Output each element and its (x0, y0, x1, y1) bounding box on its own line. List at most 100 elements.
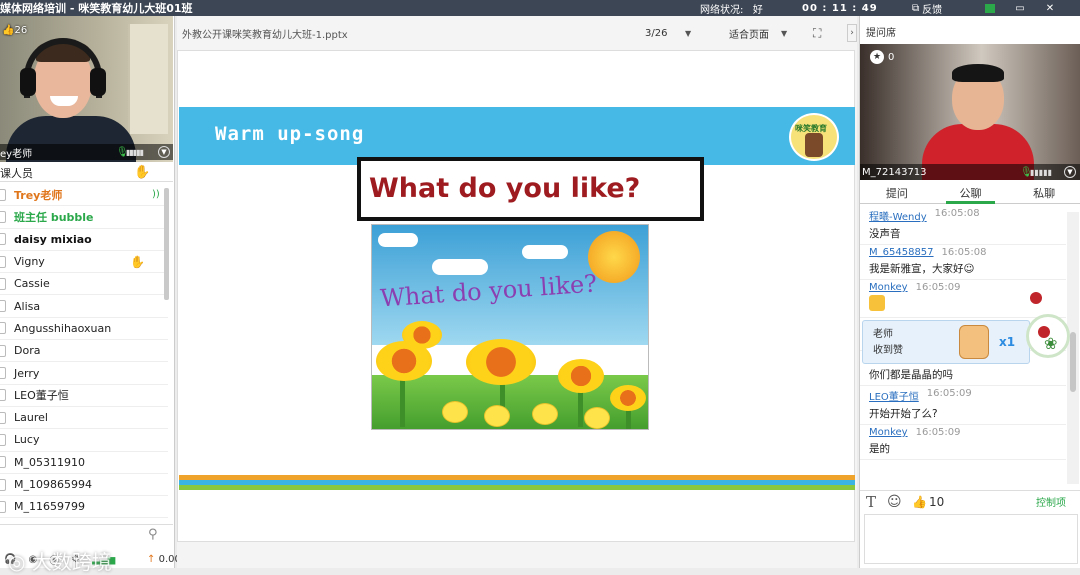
flower-decoration-icon: ❀ (1020, 286, 1078, 366)
emoji-sticker-icon (869, 295, 885, 311)
student-hair (952, 64, 1004, 82)
member-checkbox[interactable] (0, 456, 6, 469)
member-row[interactable]: Alisa (0, 295, 168, 318)
chat-tab[interactable]: 提问 (860, 182, 934, 203)
cloud-icon (378, 233, 418, 247)
chat-sender[interactable]: Monkey (869, 427, 908, 438)
member-row[interactable]: Vigny ✋ (0, 251, 168, 274)
document-area: 外教公开课咪笑教育幼儿大班-1.pptx 3/26 ▼ 适合页面 ▼ ⛶ › W… (177, 16, 857, 568)
chat-sender[interactable]: LEO董子恒 (869, 388, 919, 403)
slide-footer-stripes (179, 475, 855, 495)
sunflower-icon (558, 359, 604, 393)
chat-message: 程曦-Wendy 16:05:08 没声音 (860, 206, 1066, 245)
member-checkbox[interactable] (0, 500, 6, 513)
member-row[interactable]: Jerry (0, 362, 168, 385)
chat-sender[interactable]: M_65458857 (869, 247, 934, 258)
member-checkbox[interactable] (0, 389, 6, 402)
restore-button[interactable]: ▭ (1010, 0, 1030, 16)
page-indicator[interactable]: 3/26 (645, 28, 667, 39)
close-icon: ✕ (1045, 2, 1055, 14)
chat-text: 你们都是晶晶的吗 (869, 369, 953, 381)
slide-illustration: What do you like? (371, 224, 649, 430)
member-checkbox[interactable] (0, 188, 6, 201)
member-checkbox[interactable] (0, 344, 6, 357)
text-format-icon[interactable]: T (866, 493, 876, 511)
sunflower-icon (402, 321, 442, 349)
student-video[interactable]: ★ 0 M_72143713 🎙 ▮▮▮▮▮ ▼ (860, 44, 1080, 180)
member-row[interactable]: Angusshihaoxuan (0, 318, 168, 341)
member-row[interactable]: LEO董子恒 (0, 385, 168, 407)
sunflower-icon (610, 385, 646, 411)
logo-tree-icon (805, 133, 823, 157)
fit-mode-select[interactable]: 适合页面 (729, 26, 769, 41)
member-search-bar[interactable]: ⚲ (0, 524, 173, 548)
member-checkbox[interactable] (0, 433, 6, 446)
video-options-button[interactable]: ▼ (158, 146, 170, 158)
like-notification: 老师 收到赞 x1 (862, 320, 1030, 364)
signal-icon: ▮▮▮▮▮ (1030, 167, 1053, 177)
member-row[interactable]: Dora (0, 340, 168, 363)
member-checkbox[interactable] (0, 478, 6, 491)
member-row[interactable]: Laurel (0, 407, 168, 430)
member-name: Dora (14, 344, 41, 358)
chat-sender[interactable]: 程曦-Wendy (869, 208, 927, 223)
collapse-panel-button[interactable]: › (847, 24, 857, 42)
chat-text: 我是新雅宣，大家好☺ (869, 263, 975, 275)
member-row[interactable]: 班主任 bubble (0, 206, 168, 229)
network-status: 网络状况: 好 (700, 4, 763, 16)
chat-input[interactable] (864, 514, 1078, 564)
chat-sender[interactable]: Monkey (869, 282, 908, 293)
member-checkbox[interactable] (0, 210, 6, 223)
member-name: Alisa (14, 299, 41, 313)
chat-tab[interactable]: 公聊 (934, 182, 1008, 204)
member-row[interactable]: M_109865994 (0, 474, 168, 497)
member-row[interactable]: Cassie (0, 273, 168, 296)
document-toolbar: 外教公开课咪笑教育幼儿大班-1.pptx 3/26 ▼ 适合页面 ▼ ⛶ › (177, 20, 857, 46)
video-options-button[interactable]: ▼ (1064, 166, 1076, 178)
chat-toolbar: T ☺ 👍 10 控制项 (860, 490, 1080, 512)
member-row[interactable]: M_11659799 (0, 496, 168, 519)
member-row[interactable]: daisy mixiao (0, 229, 168, 251)
member-checkbox[interactable] (0, 322, 6, 335)
teacher-video[interactable]: 👍26 ey老师 🎙 ▮▮▮▮▮ ▼ (0, 16, 173, 162)
slide-question-box: What do you like? (357, 157, 704, 221)
fit-dropdown-icon[interactable]: ▼ (781, 29, 787, 38)
sunflower-icon (466, 339, 536, 385)
member-checkbox[interactable] (0, 277, 6, 290)
slide-stage: Warm up-song 咪笑教育 What do you like? What… (177, 50, 855, 542)
search-icon[interactable]: ⚲ (148, 527, 158, 542)
member-name: M_05311910 (14, 455, 85, 469)
member-checkbox[interactable] (0, 255, 6, 268)
speaking-icon: )) (152, 189, 160, 201)
chat-tab[interactable]: 私聊 (1007, 182, 1080, 203)
member-checkbox[interactable] (0, 300, 6, 313)
like-button[interactable]: 👍 10 (912, 495, 944, 509)
fullscreen-icon[interactable]: ⛶ (813, 26, 821, 41)
member-checkbox[interactable] (0, 411, 6, 424)
thumb-icon: 👍 (2, 25, 15, 36)
member-row[interactable]: M_05311910 (0, 452, 168, 474)
member-name: daisy mixiao (14, 232, 92, 246)
page-dropdown-icon[interactable]: ▼ (685, 29, 691, 38)
close-button[interactable]: ✕ (1040, 0, 1060, 16)
control-options-button[interactable]: 控制项 (1036, 494, 1066, 509)
question-seat-title: 提问席 (866, 28, 896, 39)
watermark-logo-icon: ◎ (8, 550, 26, 574)
feedback-button[interactable]: ⧉ 反馈 (912, 1, 942, 16)
roster-title: 课人员 (0, 166, 33, 180)
chat-time: 16:05:08 (941, 247, 987, 258)
member-row[interactable]: Lucy (0, 429, 168, 452)
emoji-icon[interactable]: ☺ (887, 494, 902, 510)
member-name: Trey老师 (14, 188, 63, 202)
raise-hand-icon[interactable]: ✋ (134, 165, 150, 180)
member-checkbox[interactable] (0, 233, 6, 246)
teacher-name: ey老师 (0, 148, 33, 160)
member-row[interactable]: Trey老师)) (0, 184, 168, 207)
member-checkbox[interactable] (0, 367, 6, 380)
member-list-scrollbar[interactable] (164, 188, 169, 300)
member-name: 班主任 bubble (14, 210, 94, 224)
chat-time: 16:05:09 (926, 388, 972, 399)
minimize-button[interactable] (980, 0, 1000, 16)
chick-icon (532, 403, 558, 425)
member-list: Trey老师)) 班主任 bubble daisy mixiao Vigny ✋ Cass… (0, 184, 168, 522)
